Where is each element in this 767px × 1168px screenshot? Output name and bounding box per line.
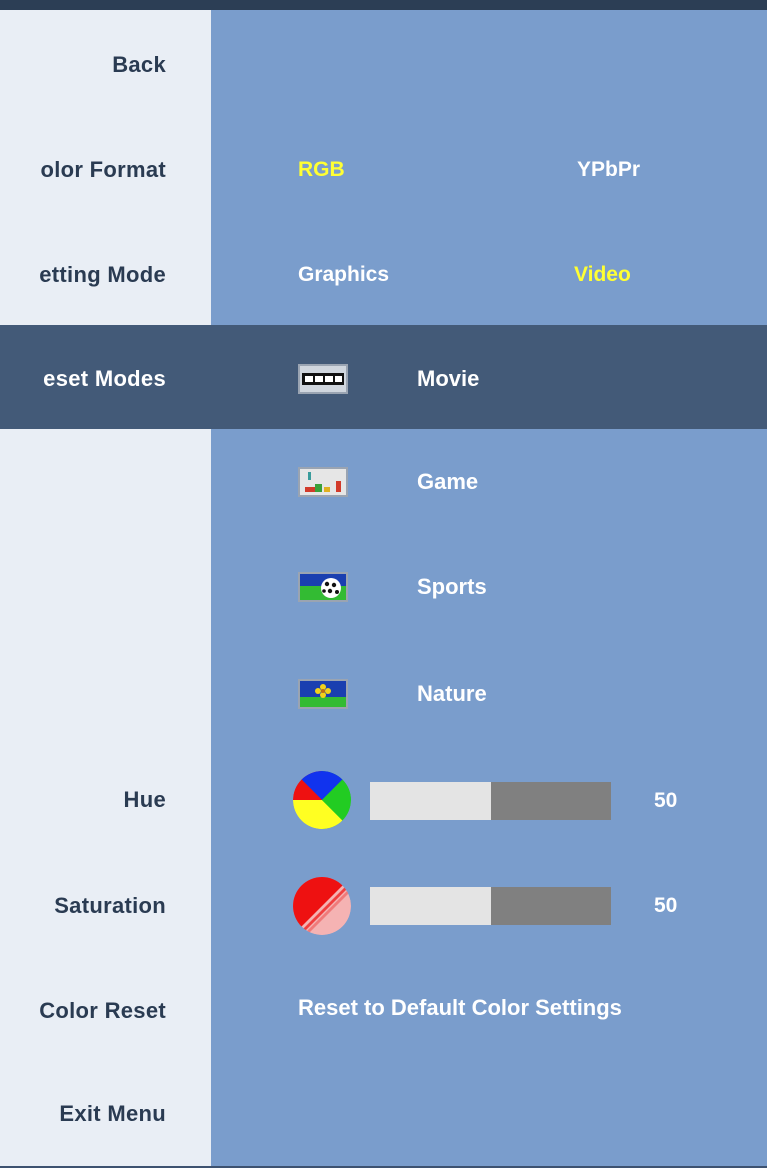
hue-slider-fill xyxy=(370,782,491,820)
hue-value: 50 xyxy=(654,789,678,812)
menu-sidebar xyxy=(0,10,211,1166)
menu-item-hue[interactable]: Hue xyxy=(124,787,166,813)
hue-color-wheel-icon xyxy=(293,771,351,829)
saturation-value: 50 xyxy=(654,894,678,917)
menu-item-color-format[interactable]: olor Format xyxy=(40,157,166,183)
saturation-slider[interactable] xyxy=(370,887,611,925)
menu-item-color-reset[interactable]: Color Reset xyxy=(39,998,166,1024)
preset-mode-label: Movie xyxy=(417,366,480,391)
game-icon xyxy=(298,467,348,497)
sports-icon xyxy=(298,572,348,602)
saturation-icon xyxy=(293,877,351,935)
movie-icon xyxy=(298,364,348,394)
submenu-panel xyxy=(211,10,767,1166)
color-format-option-rgb[interactable]: RGB xyxy=(298,157,345,183)
preset-mode-label: Nature xyxy=(417,681,487,706)
nature-icon xyxy=(298,679,348,709)
setting-mode-option-video[interactable]: Video xyxy=(574,262,631,288)
setting-mode-option-graphics[interactable]: Graphics xyxy=(298,262,389,288)
top-border xyxy=(0,0,767,10)
preset-mode-label: Game xyxy=(417,469,479,494)
reset-color-settings-button[interactable]: Reset to Default Color Settings xyxy=(298,995,622,1021)
saturation-slider-fill xyxy=(370,887,491,925)
hue-slider[interactable] xyxy=(370,782,611,820)
menu-item-back[interactable]: Back xyxy=(112,52,166,78)
menu-item-saturation[interactable]: Saturation xyxy=(54,893,166,919)
preset-mode-label: Sports xyxy=(417,574,487,599)
menu-item-exit-menu[interactable]: Exit Menu xyxy=(59,1101,166,1127)
osd-menu: Back olor Format etting Mode eset Modes … xyxy=(0,0,767,1168)
menu-item-preset-modes[interactable]: eset Modes xyxy=(43,366,166,392)
color-format-option-ypbpr[interactable]: YPbPr xyxy=(577,157,640,183)
menu-item-setting-mode[interactable]: etting Mode xyxy=(39,262,166,288)
